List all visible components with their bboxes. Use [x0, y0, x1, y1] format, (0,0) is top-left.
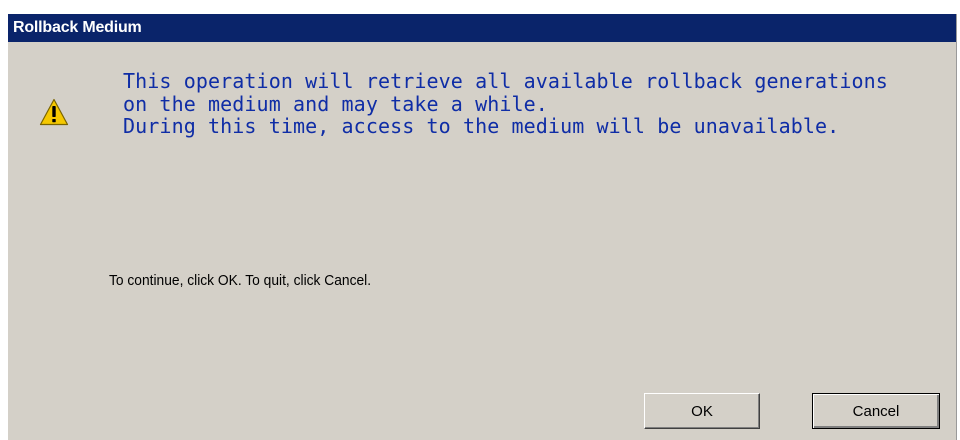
warning-triangle-icon: [39, 98, 69, 126]
cancel-button[interactable]: Cancel: [812, 393, 940, 429]
title-bar[interactable]: Rollback Medium: [8, 14, 956, 42]
warning-message: This operation will retrieve all availab…: [123, 70, 943, 138]
dialog-title: Rollback Medium: [13, 19, 142, 36]
warning-message-line: During this time, access to the medium w…: [123, 114, 840, 138]
rollback-medium-dialog: Rollback Medium This operation will retr…: [7, 14, 957, 440]
warning-message-line: on the medium and may take a while.: [123, 91, 548, 116]
warning-message-line: This operation will retrieve all availab…: [123, 69, 888, 93]
instruction-text: To continue, click OK. To quit, click Ca…: [109, 272, 372, 289]
ok-button[interactable]: OK: [644, 393, 760, 429]
